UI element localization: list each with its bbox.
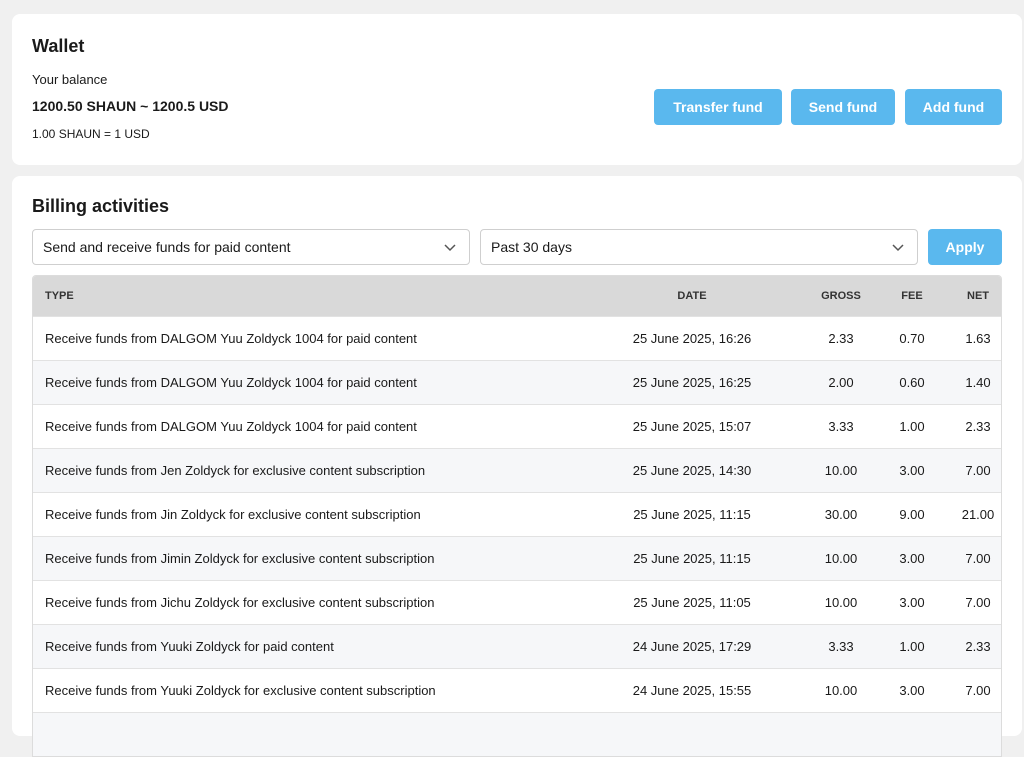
cell-date: 25 June 2025, 16:26 (581, 316, 803, 361)
cell-type: Receive funds from DALGOM Yuu Zoldyck 10… (33, 404, 581, 449)
wallet-title: Wallet (32, 36, 85, 56)
cell-type: Receive funds from Jen Zoldyck for exclu… (33, 448, 581, 493)
cell-gross: 10.00 (803, 536, 879, 581)
cell-type: Receive funds from DALGOM Yuu Zoldyck 10… (33, 360, 581, 405)
cell-fee: 9.00 (879, 492, 945, 537)
cell-date: 25 June 2025, 16:25 (581, 360, 803, 405)
cell-fee: 3.00 (879, 536, 945, 581)
period-filter-value: Past 30 days (491, 239, 572, 255)
cell-fee: 0.60 (879, 360, 945, 405)
cell-fee: 3.00 (879, 668, 945, 713)
cell-net: 1.40 (945, 360, 1001, 405)
table-header-row: TYPE DATE GROSS FEE NET (33, 276, 1001, 317)
cell-type: Receive funds from Jin Zoldyck for exclu… (33, 492, 581, 537)
cell-date: 25 June 2025, 15:07 (581, 404, 803, 449)
type-filter-value: Send and receive funds for paid content (43, 239, 291, 255)
cell-fee: 1.00 (879, 624, 945, 669)
cell-gross: 30.00 (803, 492, 879, 537)
chevron-down-icon (892, 244, 904, 252)
cell-net: 7.00 (945, 536, 1001, 581)
column-header-type[interactable]: TYPE (33, 276, 581, 317)
cell-date: 24 June 2025, 17:29 (581, 624, 803, 669)
cell-net: 7.00 (945, 448, 1001, 493)
cell-net: 7.00 (945, 668, 1001, 713)
cell-net: 2.33 (945, 624, 1001, 669)
cell-gross: 10.00 (803, 668, 879, 713)
table-row: Receive funds from Jin Zoldyck for exclu… (33, 492, 1001, 537)
cell-type (33, 712, 581, 756)
cell-date: 25 June 2025, 14:30 (581, 448, 803, 493)
column-header-net[interactable]: NET (945, 276, 1001, 317)
cell-gross: 2.33 (803, 316, 879, 361)
table-row (33, 712, 1001, 756)
cell-net: 7.00 (945, 580, 1001, 625)
cell-fee (879, 712, 945, 756)
billing-card: Billing activities Send and receive fund… (12, 176, 1022, 757)
apply-button[interactable]: Apply (928, 229, 1002, 265)
cell-gross: 10.00 (803, 448, 879, 493)
table-row: Receive funds from DALGOM Yuu Zoldyck 10… (33, 316, 1001, 361)
cell-net: 1.63 (945, 316, 1001, 361)
cell-fee: 0.70 (879, 316, 945, 361)
cell-type: Receive funds from Yuuki Zoldyck for pai… (33, 624, 581, 669)
cell-date: 25 June 2025, 11:05 (581, 580, 803, 625)
cell-fee: 3.00 (879, 448, 945, 493)
column-header-date[interactable]: DATE (581, 276, 803, 317)
balance-label: Your balance (32, 72, 108, 87)
add-fund-button[interactable]: Add fund (905, 89, 1002, 125)
cell-date: 25 June 2025, 11:15 (581, 492, 803, 537)
type-filter-select[interactable]: Send and receive funds for paid content (32, 229, 470, 265)
table-row: Receive funds from Yuuki Zoldyck for exc… (33, 668, 1001, 713)
wallet-card: Wallet Your balance 1200.50 SHAUN ~ 1200… (12, 14, 1022, 165)
chevron-down-icon (444, 244, 456, 252)
cell-gross: 2.00 (803, 360, 879, 405)
cell-fee: 3.00 (879, 580, 945, 625)
cell-type: Receive funds from Yuuki Zoldyck for exc… (33, 668, 581, 713)
column-header-fee[interactable]: FEE (879, 276, 945, 317)
table-row: Receive funds from DALGOM Yuu Zoldyck 10… (33, 360, 1001, 405)
cell-gross: 3.33 (803, 404, 879, 449)
billing-table: TYPE DATE GROSS FEE NET Receive funds fr… (32, 275, 1002, 757)
send-fund-button[interactable]: Send fund (791, 89, 895, 125)
cell-date: 24 June 2025, 15:55 (581, 668, 803, 713)
transfer-fund-button[interactable]: Transfer fund (654, 89, 782, 125)
table-row: Receive funds from Yuuki Zoldyck for pai… (33, 624, 1001, 669)
cell-type: Receive funds from DALGOM Yuu Zoldyck 10… (33, 316, 581, 361)
cell-type: Receive funds from Jichu Zoldyck for exc… (33, 580, 581, 625)
cell-date: 25 June 2025, 11:15 (581, 536, 803, 581)
table-row: Receive funds from Jen Zoldyck for exclu… (33, 448, 1001, 493)
cell-gross: 3.33 (803, 624, 879, 669)
period-filter-select[interactable]: Past 30 days (480, 229, 918, 265)
cell-date (581, 712, 803, 756)
cell-type: Receive funds from Jimin Zoldyck for exc… (33, 536, 581, 581)
cell-gross (803, 712, 879, 756)
table-row: Receive funds from Jichu Zoldyck for exc… (33, 580, 1001, 625)
column-header-gross[interactable]: GROSS (803, 276, 879, 317)
balance-value: 1200.50 SHAUN ~ 1200.5 USD (32, 98, 229, 114)
exchange-rate: 1.00 SHAUN = 1 USD (32, 127, 150, 141)
cell-fee: 1.00 (879, 404, 945, 449)
table-row: Receive funds from Jimin Zoldyck for exc… (33, 536, 1001, 581)
billing-title: Billing activities (32, 196, 170, 216)
cell-net: 2.33 (945, 404, 1001, 449)
cell-gross: 10.00 (803, 580, 879, 625)
table-row: Receive funds from DALGOM Yuu Zoldyck 10… (33, 404, 1001, 449)
cell-net (945, 712, 1001, 756)
cell-net: 21.00 (945, 492, 1001, 537)
